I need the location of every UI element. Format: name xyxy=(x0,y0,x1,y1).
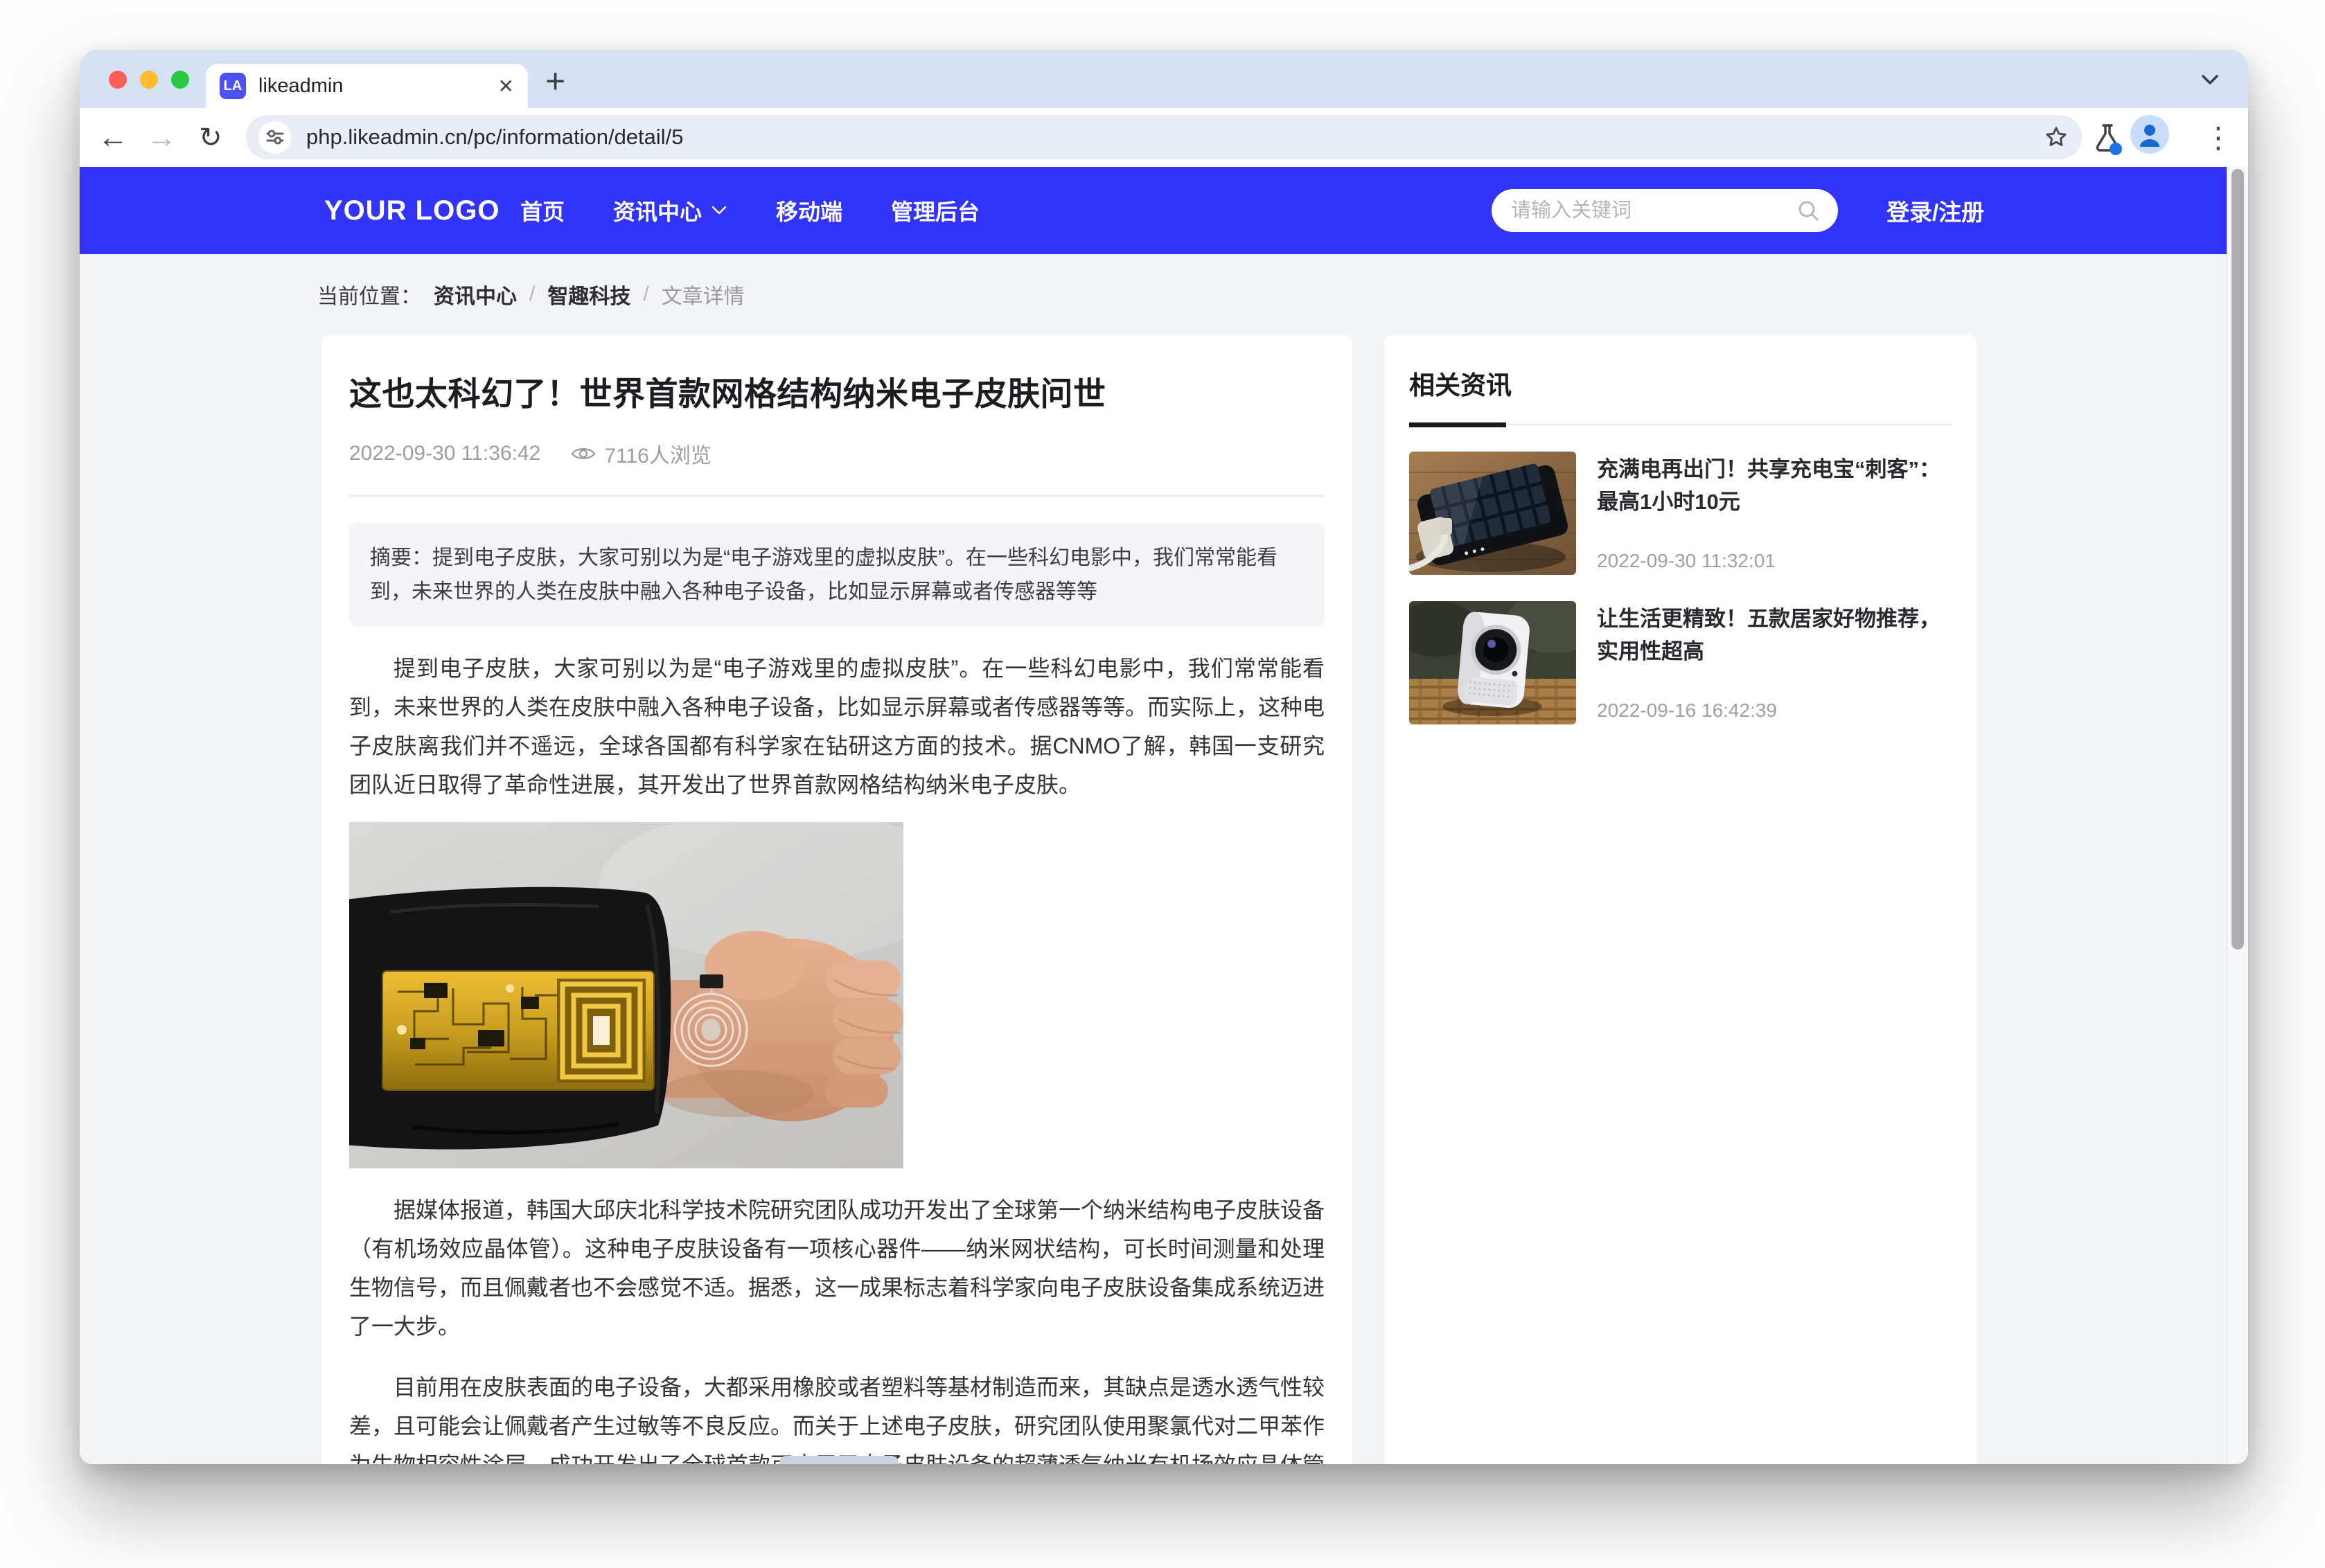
profile-avatar[interactable] xyxy=(2130,115,2169,154)
breadcrumb-item-current: 文章详情 xyxy=(662,279,745,310)
breadcrumb-item-category[interactable]: 智趣科技 xyxy=(547,279,630,310)
heading-underline xyxy=(1409,421,1952,425)
search-icon[interactable] xyxy=(1796,199,1820,222)
page-content: 当前位置： 资讯中心 / 智趣科技 / 文章详情 这也太科幻了！世界首款网格结构… xyxy=(80,254,2248,1464)
related-article-title[interactable]: 充满电再出门！共享充电宝“刺客”：最高1小时10元 xyxy=(1597,453,1952,518)
breadcrumb: 当前位置： 资讯中心 / 智趣科技 / 文章详情 xyxy=(317,279,745,310)
url-bar[interactable]: php.likeadmin.cn/pc/information/detail/5 xyxy=(246,115,2082,159)
article-meta: 2022-09-30 11:36:42 7116人浏览 xyxy=(349,438,1325,469)
site-settings-icon[interactable] xyxy=(258,121,291,154)
article-views: 7116人浏览 xyxy=(571,438,711,469)
bookmark-star-icon[interactable] xyxy=(2043,124,2069,150)
related-news-card: 相关资讯 xyxy=(1384,335,1977,1464)
scrollbar-thumb[interactable] xyxy=(2231,169,2244,950)
site-nav-items: 首页 资讯中心 移动端 管理后台 xyxy=(520,167,980,254)
related-article-title[interactable]: 让生活更精致！五款居家好物推荐，实用性超高 xyxy=(1597,603,1952,668)
browser-toolbar: ← → ↻ php.likeadmin.cn/pc/information/de… xyxy=(80,108,2248,167)
back-button[interactable]: ← xyxy=(98,108,128,167)
related-thumbnail-projector[interactable] xyxy=(1409,601,1576,724)
close-window-button[interactable] xyxy=(109,71,127,89)
related-thumbnail-powerbank[interactable] xyxy=(1409,452,1576,575)
forward-button[interactable]: → xyxy=(146,108,177,167)
tab-title: likeadmin xyxy=(258,75,498,98)
article-image-electronic-skin xyxy=(349,822,903,1168)
traffic-lights xyxy=(109,71,189,89)
article-paragraph: 目前用在皮肤表面的电子设备，大都采用橡胶或者塑料等基材制造而来，其缺点是透水透气… xyxy=(349,1368,1325,1464)
divider xyxy=(349,495,1325,497)
tab-strip: LA likeadmin ✕ + xyxy=(80,50,2248,108)
chevron-down-icon xyxy=(711,205,727,216)
pagination-button-peek[interactable] xyxy=(779,1456,899,1464)
breadcrumb-prefix: 当前位置： xyxy=(317,279,421,310)
reload-button[interactable]: ↻ xyxy=(199,108,222,167)
tab-search-chevron-icon[interactable] xyxy=(2200,72,2220,91)
new-tab-button[interactable]: + xyxy=(545,61,565,101)
article-title: 这也太科幻了！世界首款网格结构纳米电子皮肤问世 xyxy=(349,367,1325,415)
nav-item-news-center[interactable]: 资讯中心 xyxy=(613,195,727,226)
article-date: 2022-09-30 11:36:42 xyxy=(349,442,540,465)
eye-icon xyxy=(571,445,596,463)
nav-item-admin[interactable]: 管理后台 xyxy=(891,195,980,226)
browser-menu-icon[interactable]: ⋮ xyxy=(2204,108,2233,167)
site-navbar: YOUR LOGO 首页 资讯中心 移动端 管理后台 登录 xyxy=(80,167,2248,254)
breadcrumb-separator: / xyxy=(643,283,648,306)
related-article-item[interactable]: 让生活更精致！五款居家好物推荐，实用性超高 2022-09-16 16:42:3… xyxy=(1409,601,1952,724)
experiments-flask-icon[interactable] xyxy=(2089,120,2125,159)
related-article-date: 2022-09-16 16:42:39 xyxy=(1597,700,1952,724)
related-article-item[interactable]: 充满电再出门！共享充电宝“刺客”：最高1小时10元 2022-09-30 11:… xyxy=(1409,452,1952,575)
article-card: 这也太科幻了！世界首款网格结构纳米电子皮肤问世 2022-09-30 11:36… xyxy=(321,335,1352,1464)
breadcrumb-item-news-center[interactable]: 资讯中心 xyxy=(434,279,517,310)
article-paragraph: 据媒体报道，韩国大邱庆北科学技术院研究团队成功开发出了全球第一个纳米结构电子皮肤… xyxy=(349,1191,1325,1346)
article-paragraph: 提到电子皮肤，大家可别以为是“电子游戏里的虚拟皮肤”。在一些科幻电影中，我们常常… xyxy=(349,649,1325,804)
related-article-date: 2022-09-30 11:32:01 xyxy=(1597,550,1952,575)
tab-close-icon[interactable]: ✕ xyxy=(498,75,514,98)
related-news-heading: 相关资讯 xyxy=(1409,364,1952,402)
site-search-box[interactable] xyxy=(1492,189,1838,232)
fullscreen-window-button[interactable] xyxy=(171,71,189,89)
article-summary: 摘要：提到电子皮肤，大家可别以为是“电子游戏里的虚拟皮肤”。在一些科幻电影中，我… xyxy=(349,523,1325,627)
favicon: LA xyxy=(220,73,246,99)
browser-tab[interactable]: LA likeadmin ✕ xyxy=(206,64,528,108)
nav-item-home[interactable]: 首页 xyxy=(520,195,565,226)
search-input[interactable] xyxy=(1510,199,1796,223)
minimize-window-button[interactable] xyxy=(140,71,158,89)
site-logo[interactable]: YOUR LOGO xyxy=(324,167,500,254)
url-text[interactable]: php.likeadmin.cn/pc/information/detail/5 xyxy=(306,125,2043,150)
browser-window: LA likeadmin ✕ + ← → ↻ php.likeadmin.cn/… xyxy=(80,50,2248,1464)
login-register-link[interactable]: 登录/注册 xyxy=(1886,167,1984,254)
breadcrumb-separator: / xyxy=(529,283,535,306)
nav-item-mobile[interactable]: 移动端 xyxy=(776,195,842,226)
